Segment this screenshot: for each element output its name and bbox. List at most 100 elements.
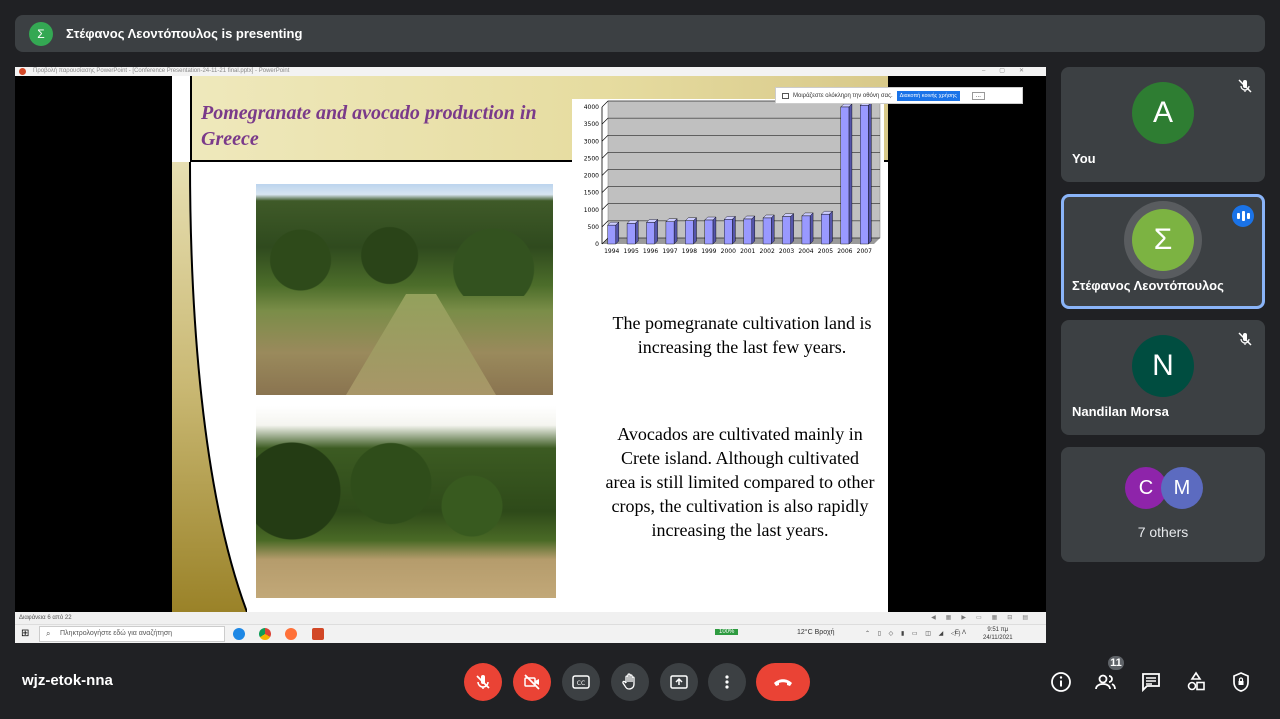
presenting-text: Στέφανος Λεοντόπουλος is presenting bbox=[66, 26, 303, 41]
participant-tile-others[interactable]: C M 7 others bbox=[1061, 447, 1265, 562]
svg-text:CC: CC bbox=[577, 680, 585, 687]
people-button[interactable] bbox=[1094, 670, 1118, 694]
chart-ytick-label: 2500 bbox=[584, 155, 599, 162]
slide-paragraph-pomegranate: The pomegranate cultivation land is incr… bbox=[612, 313, 872, 357]
slide-counter: Διαφάνεια 6 από 22 bbox=[19, 615, 72, 621]
mic-toggle-button[interactable] bbox=[464, 663, 502, 701]
chart-bar bbox=[782, 216, 791, 245]
share-notice-more-button[interactable]: ... bbox=[971, 91, 985, 100]
zoom-level: 100% bbox=[715, 629, 739, 635]
avatar: M bbox=[1161, 467, 1203, 509]
slide-title: Pomegranate and avocado production in Gr… bbox=[201, 102, 537, 150]
chart-xtick-label: 2002 bbox=[760, 248, 775, 255]
production-bar-chart: 0 500 1000 1500 2000 2500 3000 3500 4000 1994 1995… bbox=[572, 99, 884, 261]
language-indicator[interactable]: ΕΛ bbox=[955, 630, 969, 636]
windows-taskbar: ⊞ ⌕ Πληκτρολογήστε εδώ για αναζήτηση 100… bbox=[15, 624, 1046, 643]
chart-bar bbox=[704, 219, 714, 245]
chart-xtick-label: 1997 bbox=[662, 248, 677, 255]
taskbar-search-box[interactable]: ⌕ Πληκτρολογήστε εδώ για αναζήτηση bbox=[39, 626, 225, 642]
presenting-banner: Σ Στέφανος Λεοντόπουλος is presenting bbox=[15, 15, 1265, 52]
chart-gridline-depth bbox=[601, 169, 609, 176]
chart-bar-side bbox=[809, 212, 814, 245]
windows-start-icon[interactable]: ⊞ bbox=[21, 628, 33, 640]
chart-ytick-label: 3000 bbox=[584, 138, 599, 145]
presentation-slide: Pomegranate and avocado production in Gr… bbox=[172, 76, 888, 612]
chart-xtick-label: 2005 bbox=[818, 248, 833, 255]
people-count-badge: 11 bbox=[1106, 654, 1126, 672]
participant-name: Nandilan Morsa bbox=[1072, 404, 1169, 419]
present-icon bbox=[670, 675, 688, 689]
activities-button[interactable] bbox=[1184, 670, 1208, 694]
view-buttons[interactable]: ◀▦▶▭▦⊟▤ bbox=[931, 612, 1038, 624]
shield-lock-icon bbox=[1233, 672, 1249, 692]
mic-off-icon bbox=[1238, 332, 1252, 346]
chart-bar-side bbox=[712, 216, 717, 245]
powerpoint-titlebar: Προβολή παρουσίασης PowerPoint - [Confer… bbox=[15, 67, 1046, 76]
avocado-orchard-photo bbox=[256, 406, 556, 598]
chrome-icon[interactable] bbox=[259, 628, 271, 640]
chart-gridline-depth bbox=[601, 186, 609, 193]
chart-bar-side bbox=[673, 218, 678, 245]
chart-gridline-depth bbox=[601, 152, 609, 159]
captions-button[interactable]: CC bbox=[562, 663, 600, 701]
others-count: 7 others bbox=[1137, 524, 1189, 540]
chat-icon bbox=[1142, 673, 1160, 693]
participant-name: Στέφανος Λεοντόπουλος bbox=[1072, 278, 1224, 293]
participant-name: You bbox=[1072, 151, 1096, 166]
system-tray-icons[interactable]: ⌃ ▯ ◇ ▮ ▭ ◫ ◢ ◁) bbox=[865, 630, 963, 637]
speaking-indicator-icon bbox=[1232, 205, 1254, 227]
powerpoint-status-bar: Διαφάνεια 6 από 22 ◀▦▶▭▦⊟▤ bbox=[15, 612, 1046, 624]
chart-xtick-label: 1996 bbox=[643, 248, 658, 255]
participant-tile-nandilan[interactable]: N Nandilan Morsa bbox=[1061, 320, 1265, 435]
taskbar-search-placeholder: Πληκτρολογήστε εδώ για αναζήτηση bbox=[60, 630, 173, 637]
weather-widget[interactable]: 12°C Βροχή bbox=[797, 629, 835, 636]
firefox-icon[interactable] bbox=[285, 628, 297, 640]
chart-bar bbox=[860, 105, 869, 245]
chart-ytick-label: 0 bbox=[595, 241, 599, 248]
chart-xtick-label: 1998 bbox=[682, 248, 697, 255]
taskbar-clock[interactable]: 9:51 πμ 24/11/2021 bbox=[983, 626, 1013, 642]
present-screen-button[interactable] bbox=[660, 663, 698, 701]
captions-icon: CC bbox=[572, 675, 590, 689]
participant-tile-presenter[interactable]: Σ Στέφανος Λεοντόπουλος bbox=[1061, 194, 1265, 309]
chart-xtick-label: 2006 bbox=[837, 248, 852, 255]
hang-up-icon bbox=[774, 679, 792, 686]
powerpoint-logo-icon bbox=[19, 68, 26, 75]
chart-ytick-label: 1500 bbox=[584, 190, 599, 197]
chart-bar-side bbox=[654, 218, 658, 245]
raise-hand-button[interactable] bbox=[611, 663, 649, 701]
camera-off-icon bbox=[524, 674, 540, 690]
meeting-details-button[interactable] bbox=[1049, 670, 1073, 694]
avatar: A bbox=[1132, 82, 1194, 144]
photo-bushes bbox=[256, 416, 556, 566]
more-options-button[interactable] bbox=[708, 663, 746, 701]
shared-screen[interactable]: Προβολή παρουσίασης PowerPoint - [Confer… bbox=[15, 67, 1046, 643]
stop-sharing-button[interactable]: Διακοπή κοινής χρήσης bbox=[896, 90, 960, 101]
slide-side-decoration bbox=[172, 162, 247, 612]
powerpoint-icon[interactable] bbox=[312, 628, 324, 640]
activities-icon bbox=[1187, 671, 1205, 691]
chart-xtick-label: 1995 bbox=[624, 248, 639, 255]
leave-call-button[interactable] bbox=[756, 663, 810, 701]
slide-paragraph-avocado: Avocados are cultivated mainly in Crete … bbox=[605, 424, 875, 540]
chat-button[interactable] bbox=[1139, 670, 1163, 694]
participant-tile-you[interactable]: A You bbox=[1061, 67, 1265, 182]
chart-bar-side bbox=[751, 215, 755, 245]
more-vert-icon bbox=[725, 675, 729, 689]
chart-bar bbox=[724, 219, 733, 245]
chart-bar-side bbox=[790, 213, 794, 245]
chart-bar-side bbox=[693, 217, 697, 245]
chart-xtick-label: 2000 bbox=[721, 248, 736, 255]
chart-bar bbox=[762, 217, 772, 245]
mic-off-icon bbox=[476, 675, 490, 689]
chart-bar-side bbox=[848, 103, 853, 245]
share-notice-text: Μοιράζεστε ολόκληρη την οθόνη σας. bbox=[793, 92, 893, 99]
pomegranate-orchard-photo bbox=[256, 184, 553, 395]
edge-icon[interactable] bbox=[233, 628, 245, 640]
camera-toggle-button[interactable] bbox=[513, 663, 551, 701]
avatar: Σ bbox=[1132, 209, 1194, 271]
chart-gridline-depth bbox=[601, 100, 609, 108]
window-controls[interactable]: –▢✕ bbox=[982, 67, 1038, 76]
host-controls-button[interactable] bbox=[1229, 670, 1253, 694]
window-title: Προβολή παρουσίασης PowerPoint - [Confer… bbox=[33, 68, 290, 74]
